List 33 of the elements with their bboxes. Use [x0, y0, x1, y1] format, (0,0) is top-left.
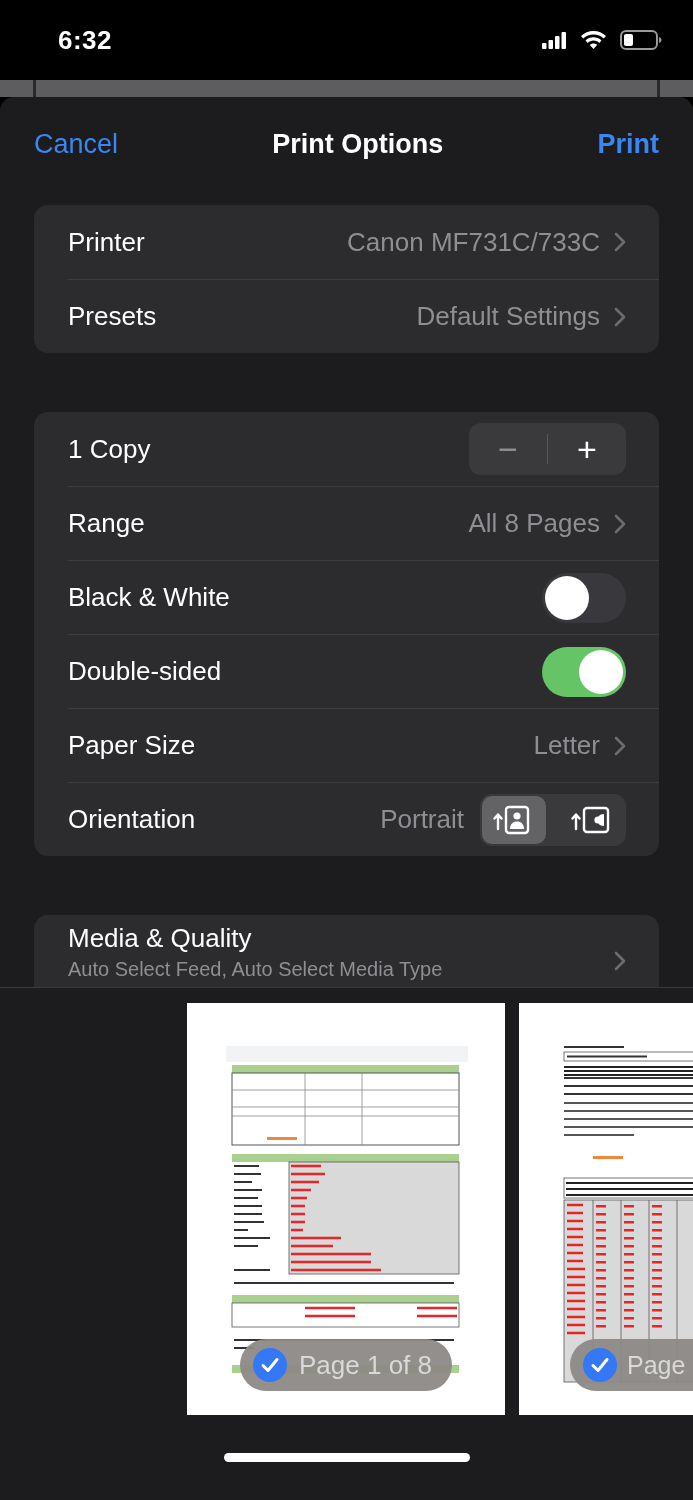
- orientation-segment[interactable]: [482, 795, 546, 844]
- setting-label: Black & White: [68, 582, 231, 613]
- setting-value: All 8 Pages: [468, 508, 600, 539]
- setting-value: Letter: [533, 730, 600, 761]
- setting-label: Orientation: [68, 804, 197, 835]
- page-badge[interactable]: Page 1 of 8: [240, 1339, 452, 1391]
- sheet-title: Print Options: [272, 128, 444, 160]
- setting-label: Printer: [68, 226, 146, 258]
- chevron-icon[interactable]: [614, 951, 626, 971]
- toggle-switch[interactable]: [542, 646, 626, 697]
- chevron-icon[interactable]: [614, 306, 626, 327]
- setting-value: Canon MF731C/733C: [347, 226, 600, 258]
- cancel-button[interactable]: Cancel: [34, 128, 119, 160]
- setting-label: Range: [68, 508, 146, 539]
- print-button[interactable]: Print: [597, 128, 659, 160]
- setting-label: Media & Quality: [68, 923, 253, 954]
- chevron-icon[interactable]: [614, 513, 626, 534]
- increment-button[interactable]: +: [548, 423, 626, 475]
- signal-icon: [542, 31, 567, 49]
- setting-value: Portrait: [380, 804, 464, 835]
- setting-summary: Auto Select Feed, Auto Select Media Type: [68, 958, 444, 981]
- wifi-icon: [581, 31, 606, 49]
- setting-label: Paper Size: [68, 730, 197, 761]
- setting-label: Presets: [68, 301, 158, 332]
- setting-label: 1 Copy: [68, 433, 152, 465]
- setting-value: Default Settings: [416, 301, 600, 332]
- chevron-icon[interactable]: [614, 735, 626, 756]
- toggle-switch[interactable]: [542, 572, 626, 623]
- clock-time: 6:32: [58, 24, 113, 56]
- chevron-icon[interactable]: [614, 232, 626, 252]
- setting-label: Double-sided: [68, 656, 223, 687]
- battery-icon: [620, 30, 662, 50]
- page-badge[interactable]: Page: [570, 1339, 693, 1391]
